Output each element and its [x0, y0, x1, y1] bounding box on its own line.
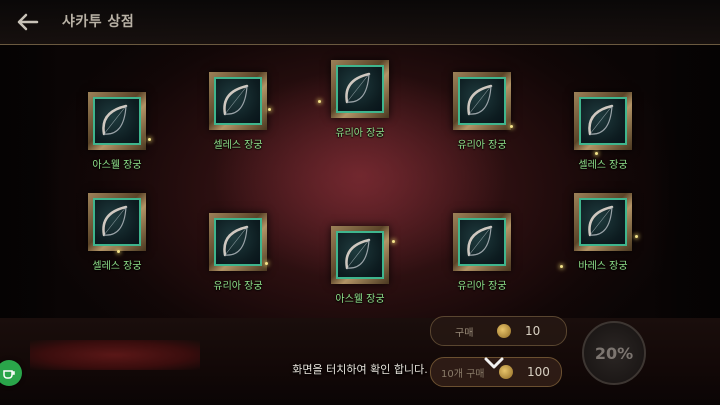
item-name: 아스웰 장궁 — [335, 294, 385, 305]
sparkle — [510, 125, 513, 128]
bow-icon — [93, 198, 141, 246]
item-frame — [88, 193, 146, 251]
item-name: 셀레스 장궁 — [92, 261, 142, 272]
item-slot[interactable]: 유리아 장궁 — [331, 60, 389, 139]
item-frame — [574, 92, 632, 150]
item-slot[interactable]: 셀레스 장궁 — [209, 72, 267, 151]
item-frame — [209, 72, 267, 130]
item-frame — [453, 213, 511, 271]
sparkle — [392, 240, 395, 243]
item-slot[interactable]: 유리아 장궁 — [453, 213, 511, 292]
bow-icon — [214, 77, 262, 125]
sparkle — [117, 250, 120, 253]
tap-to-confirm-hint: 화면을 터치하여 확인 합니다. — [292, 363, 428, 376]
item-name: 유리아 장궁 — [213, 281, 263, 292]
item-name: 셀레스 장궁 — [578, 160, 628, 171]
bow-icon — [336, 231, 384, 279]
sparkle — [318, 100, 321, 103]
sparkle — [635, 235, 638, 238]
item-frame — [453, 72, 511, 130]
item-slot[interactable]: 유리아 장궁 — [209, 213, 267, 292]
buy-label: 구매 — [455, 327, 474, 339]
bow-icon — [93, 97, 141, 145]
sparkle — [268, 108, 271, 111]
sparkle — [595, 152, 598, 155]
item-name: 유리아 장궁 — [457, 140, 507, 151]
item-slot[interactable]: 셀레스 장궁 — [88, 193, 146, 272]
bow-icon — [458, 77, 506, 125]
item-frame — [331, 226, 389, 284]
item-slot[interactable]: 유리아 장궁 — [453, 72, 511, 151]
item-name: 셀레스 장궁 — [213, 140, 263, 151]
sparkle — [265, 262, 268, 265]
item-slot[interactable]: 아스웰 장궁 — [331, 226, 389, 305]
bow-icon — [579, 97, 627, 145]
item-frame — [88, 92, 146, 150]
page-title: 샤카투 상점 — [62, 14, 135, 30]
item-name: 유리아 장궁 — [457, 281, 507, 292]
item-slot[interactable]: 셀레스 장궁 — [574, 92, 632, 171]
sparkle — [560, 265, 563, 268]
bow-icon — [214, 218, 262, 266]
sparkle — [148, 138, 151, 141]
item-slot[interactable]: 아스웰 장궁 — [88, 92, 146, 171]
bow-icon — [336, 65, 384, 113]
item-slot[interactable]: 바레스 장궁 — [574, 193, 632, 272]
bow-icon — [579, 198, 627, 246]
coin-icon — [497, 324, 511, 338]
bow-icon — [458, 218, 506, 266]
buy-button[interactable]: 구매 10 — [430, 316, 567, 346]
item-frame — [209, 213, 267, 271]
top-bar: 샤카투 상점 — [0, 0, 720, 45]
item-frame — [331, 60, 389, 118]
arrow-left-icon — [17, 13, 39, 31]
chat-icon — [3, 370, 15, 379]
item-name: 바레스 장궁 — [578, 261, 628, 272]
back-button[interactable] — [12, 7, 42, 37]
item-frame — [574, 193, 632, 251]
buy-price: 10 — [525, 324, 541, 338]
item-name: 아스웰 장궁 — [92, 160, 142, 171]
item-name: 유리아 장궁 — [335, 128, 385, 139]
